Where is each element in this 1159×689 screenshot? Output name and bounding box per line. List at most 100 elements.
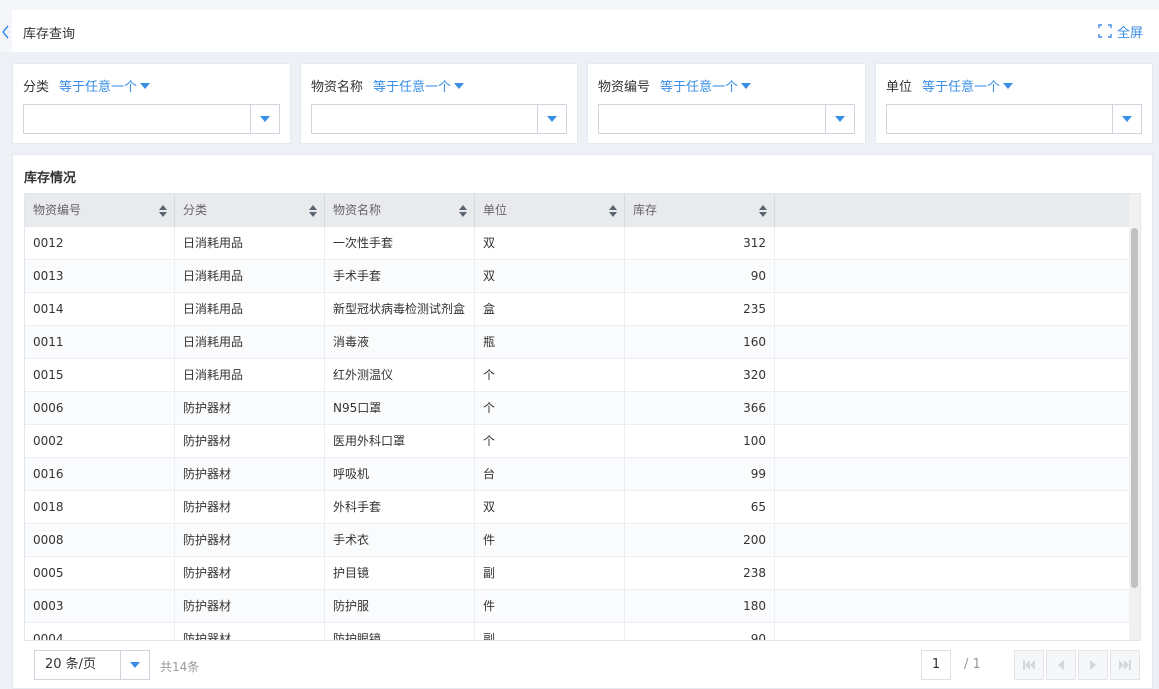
table-cell: 盒 — [475, 293, 625, 325]
filter-operator-dropdown[interactable]: 等于任意一个 — [660, 76, 752, 95]
filter-operator-dropdown[interactable]: 等于任意一个 — [922, 76, 1014, 95]
filter-operator-label: 等于任意一个 — [373, 80, 452, 95]
table-cell: 0011 — [25, 326, 175, 358]
table-cell: 新型冠状病毒检测试剂盒 — [325, 293, 475, 325]
sort-icon — [609, 205, 617, 217]
filter-operator-dropdown[interactable]: 等于任意一个 — [59, 76, 151, 95]
column-header-label: 单位 — [483, 203, 508, 217]
table-cell: 防护器材 — [175, 491, 325, 523]
row-filler — [775, 392, 1131, 424]
total-count: 共14条 — [160, 660, 200, 674]
table-cell: 防护器材 — [175, 458, 325, 490]
table-cell: 90 — [625, 623, 775, 640]
table-row[interactable]: 0018 防护器材 外科手套双 65 — [25, 491, 1131, 524]
dropdown-toggle[interactable] — [1112, 105, 1141, 133]
filter-unit: 单位 等于任意一个 — [875, 63, 1153, 144]
header-filler — [775, 194, 1131, 227]
table-cell: 0012 — [25, 227, 175, 259]
filter-operator-label: 等于任意一个 — [660, 80, 739, 95]
column-header-unit[interactable]: 单位 — [475, 194, 625, 227]
table-cell: 200 — [625, 524, 775, 556]
row-filler — [775, 491, 1131, 523]
table-row[interactable]: 0015 日消耗用品 红外测温仪个 320 — [25, 359, 1131, 392]
table-cell: 0013 — [25, 260, 175, 292]
page-size-value: 20 条/页 — [45, 657, 97, 672]
table-cell: 个 — [475, 392, 625, 424]
table-row[interactable]: 0012 日消耗用品 一次性手套双 312 — [25, 227, 1131, 260]
column-header-name[interactable]: 物资名称 — [325, 194, 475, 227]
column-header-label: 库存 — [633, 203, 658, 217]
column-header-stock[interactable]: 库存 — [625, 194, 775, 227]
table-cell: 日消耗用品 — [175, 326, 325, 358]
row-filler — [775, 524, 1131, 556]
table-cell: 366 — [625, 392, 775, 424]
table-row[interactable]: 0004 防护器材 防护眼镜副 90 — [25, 623, 1131, 640]
filter-operator-dropdown[interactable]: 等于任意一个 — [373, 76, 465, 95]
table-cell: 90 — [625, 260, 775, 292]
row-filler — [775, 260, 1131, 292]
table-cell: 日消耗用品 — [175, 359, 325, 391]
table-row[interactable]: 0002 防护器材 医用外科口罩个 100 — [25, 425, 1131, 458]
row-filler — [775, 590, 1131, 622]
caret-down-icon — [741, 82, 752, 89]
scroll-thumb[interactable] — [1131, 228, 1138, 588]
table-cell: 防护器材 — [175, 590, 325, 622]
table-cell: 外科手套 — [325, 491, 475, 523]
vertical-scrollbar[interactable] — [1129, 194, 1140, 640]
column-header-label: 物资编号 — [33, 203, 82, 217]
filter-select-input[interactable] — [598, 104, 855, 134]
table-cell: 防护器材 — [175, 623, 325, 640]
table-row[interactable]: 0005 防护器材 护目镜副 238 — [25, 557, 1131, 590]
column-header-code[interactable]: 物资编号 — [25, 194, 175, 227]
table-row[interactable]: 0006 防护器材 N95口罩个 366 — [25, 392, 1131, 425]
table-row[interactable]: 0013 日消耗用品 手术手套双 90 — [25, 260, 1131, 293]
header-bar: 库存查询 全屏 — [0, 0, 1159, 52]
dropdown-toggle[interactable] — [825, 105, 854, 133]
table-cell: 0002 — [25, 425, 175, 457]
table-cell: 双 — [475, 227, 625, 259]
caret-down-icon — [130, 662, 140, 668]
table-cell: 160 — [625, 326, 775, 358]
prev-page-icon — [1058, 660, 1064, 670]
table-cell: 0005 — [25, 557, 175, 589]
column-header-category[interactable]: 分类 — [175, 194, 325, 227]
table-row[interactable]: 0016 防护器材 呼吸机台 99 — [25, 458, 1131, 491]
inventory-table: 物资编号 分类 物资名称 单位 库存 0012 日消耗用品 一次性手套双 312 001… — [24, 193, 1141, 641]
next-page-button[interactable] — [1078, 650, 1108, 680]
filter-select-input[interactable] — [311, 104, 567, 134]
table-cell: 日消耗用品 — [175, 227, 325, 259]
current-page-input[interactable]: 1 — [921, 650, 951, 680]
caret-down-icon — [140, 82, 151, 89]
inventory-panel: 库存情况 物资编号 分类 物资名称 单位 库存 0012 日消耗用品 一次性手套双 3… — [12, 154, 1153, 689]
dropdown-toggle[interactable] — [250, 105, 279, 133]
page-size-select[interactable]: 20 条/页 — [34, 650, 150, 680]
dropdown-toggle[interactable] — [537, 105, 566, 133]
sort-icon — [459, 205, 467, 217]
caret-down-icon — [547, 116, 557, 122]
table-row[interactable]: 0014 日消耗用品 新型冠状病毒检测试剂盒盒 235 — [25, 293, 1131, 326]
table-cell: 呼吸机 — [325, 458, 475, 490]
fullscreen-label: 全屏 — [1116, 25, 1143, 41]
filter-select-input[interactable] — [23, 104, 280, 134]
table-cell: 消毒液 — [325, 326, 475, 358]
chevron-left-icon[interactable] — [0, 20, 12, 44]
first-page-button[interactable] — [1014, 650, 1044, 680]
sort-icon — [759, 205, 767, 217]
dropdown-toggle[interactable] — [120, 651, 149, 679]
fullscreen-button[interactable]: 全屏 — [1098, 22, 1143, 41]
filter-select-input[interactable] — [886, 104, 1142, 134]
filter-label: 单位 — [886, 80, 913, 95]
table-row[interactable]: 0011 日消耗用品 消毒液瓶 160 — [25, 326, 1131, 359]
table-cell: 医用外科口罩 — [325, 425, 475, 457]
table-cell: 双 — [475, 260, 625, 292]
row-filler — [775, 458, 1131, 490]
table-cell: 0014 — [25, 293, 175, 325]
last-page-button[interactable] — [1110, 650, 1140, 680]
table-row[interactable]: 0003 防护器材 防护服件 180 — [25, 590, 1131, 623]
table-cell: 防护服 — [325, 590, 475, 622]
table-header: 物资编号 分类 物资名称 单位 库存 — [25, 194, 1131, 227]
expand-icon — [1098, 24, 1112, 38]
prev-page-button[interactable] — [1046, 650, 1076, 680]
table-row[interactable]: 0008 防护器材 手术衣件 200 — [25, 524, 1131, 557]
table-body: 0012 日消耗用品 一次性手套双 312 0013 日消耗用品 手术手套双 90 0014 日消… — [25, 227, 1131, 640]
